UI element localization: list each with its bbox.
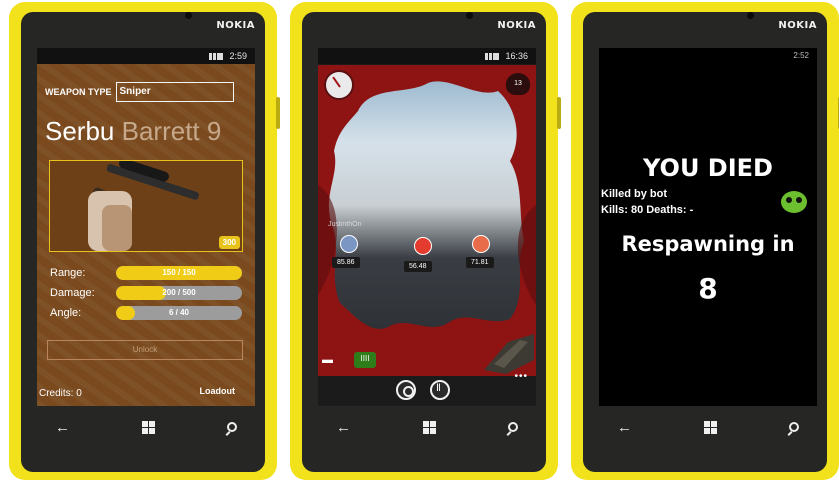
weapon-type-select[interactable]: Sniper [115,82,234,102]
stat-label: Angle: [50,307,82,319]
nav-bar: ← [320,416,534,438]
player-score: 56.48 [404,261,432,272]
status-bar: 2:59 [37,48,255,64]
camera-icon [466,12,473,19]
respawn-label: Respawning in [621,232,795,256]
volume-button[interactable] [276,97,280,129]
nav-bar: ← [601,416,815,438]
killed-by-label: Killed by bot [601,188,667,200]
signal-icon [209,52,224,60]
status-bar: 16:36 [318,48,536,64]
camera-icon [185,12,192,19]
bot-face-icon [781,191,807,213]
you-died-title: YOU DIED [643,154,773,182]
status-time: 16:36 [505,51,528,61]
brand-logo: NOKIA [497,20,536,31]
unlock-button[interactable]: Unlock [47,340,243,360]
search-icon[interactable] [789,422,799,432]
kills-deaths-label: Kills: 80 Deaths: - [601,204,694,216]
sniper-rifle-icon [88,158,199,251]
credits-label: Credits: 0 [39,388,82,399]
search-icon[interactable] [508,422,518,432]
player-gun-icon [484,334,534,374]
camera-icon [747,12,754,19]
windows-start-icon[interactable] [704,420,717,434]
stat-range: Range: 150 / 150 [50,265,248,281]
windows-start-icon[interactable] [142,420,155,434]
phone-1: NOKIA 2:59 WEAPON TYPE Sniper Serbu Barr… [9,2,280,480]
weapon-preview: 300 [49,158,243,252]
weapon-name[interactable]: Serbu [45,116,114,146]
weapon-type-label: WEAPON TYPE [45,87,112,97]
player-name: JustinthOn [328,221,362,228]
player-score: 71.81 [466,257,494,268]
stat-bar: 150 / 150 [116,266,242,280]
next-weapon-name[interactable]: Barrett 9 [122,116,222,146]
stat-label: Range: [50,267,86,279]
brand-logo: NOKIA [778,20,817,31]
brand-logo: NOKIA [216,20,255,31]
crosshair-target-icon [414,237,432,255]
stat-damage: Damage: 200 / 500 [50,285,248,301]
phone-3: NOKIA 2:52 YOU DIED Killed by bot Kills:… [571,2,839,480]
stat-value: 150 / 150 [162,268,196,277]
game-screen[interactable]: 16:36 13 JustinthOn 85.86 56.48 71.81 ▬ … [318,48,536,406]
weapon-shop-screen: 2:59 WEAPON TYPE Sniper Serbu Barrett 9 … [37,48,255,406]
phone-2: NOKIA 16:36 13 JustinthOn 85.86 56.48 71… [290,2,561,480]
stat-bar: 200 / 500 [116,286,242,300]
pistol-icon[interactable]: ▬ [322,354,340,366]
loadout-button[interactable]: Loadout [200,386,236,396]
screenshot-collage: NOKIA 2:59 WEAPON TYPE Sniper Serbu Barr… [0,0,839,484]
signal-icon [485,52,500,60]
nav-bar: ← [39,416,253,438]
pause-button-icon[interactable] [430,380,450,400]
stat-bar: 6 / 40 [116,306,242,320]
price-badge: 300 [218,236,240,249]
game-viewport[interactable]: 13 JustinthOn 85.86 56.48 71.81 [318,65,536,376]
windows-start-icon[interactable] [423,420,436,434]
death-screen: 2:52 YOU DIED Killed by bot Kills: 80 De… [599,48,817,406]
ammo-badge[interactable]: IIII [354,352,376,368]
respawn-countdown: 8 [698,272,718,305]
more-options-icon[interactable]: ••• [514,371,528,382]
back-arrow-icon[interactable]: ← [617,419,632,436]
search-icon[interactable] [227,422,237,432]
heart-icon: 13 [506,73,530,95]
back-arrow-icon[interactable]: ← [336,419,351,436]
aim-button-icon[interactable] [396,380,416,400]
back-arrow-icon[interactable]: ← [55,419,70,436]
weapon-carousel[interactable]: Serbu Barrett 9 [45,116,221,147]
player-avatar-icon [472,235,490,253]
status-time: 2:52 [793,51,809,60]
stat-angle: Angle: 6 / 40 [50,305,248,321]
compass-icon [324,70,354,100]
volume-button[interactable] [557,97,561,129]
status-time: 2:59 [229,51,247,61]
stat-label: Damage: [50,287,95,299]
stat-value: 6 / 40 [168,308,189,317]
player-avatar-icon [340,235,358,253]
stat-value: 200 / 500 [162,288,196,297]
player-score: 85.86 [332,257,360,268]
weapon-type-row: WEAPON TYPE Sniper [45,82,234,102]
